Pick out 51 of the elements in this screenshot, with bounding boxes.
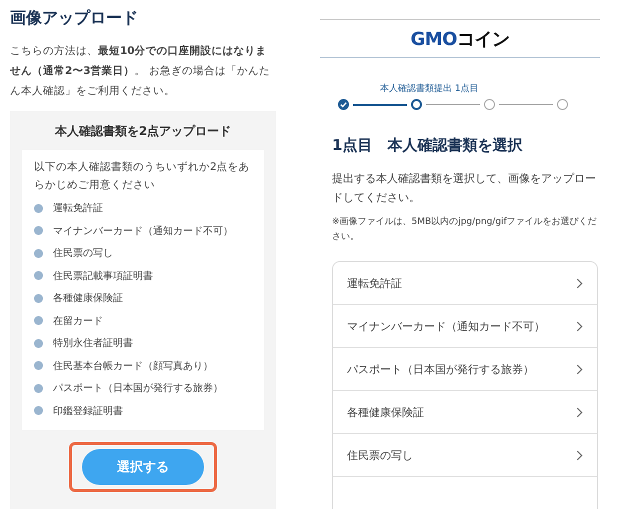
intro-text: こちらの方法は、最短10分での口座開設にはなりません（通常2〜3営業日）。 お急ぎの場合は「かんたん本人確認」をご利用ください。 <box>10 44 271 99</box>
document-option[interactable]: 運転免許証 <box>333 262 597 305</box>
document-name: 住民基本台帳カード（顔写真あり） <box>53 360 213 373</box>
note-text: ※画像ファイルは、5MB以内のjpg/png/gifファイルをお選びください。 <box>332 216 598 244</box>
step-connector <box>353 104 407 106</box>
chevron-right-icon <box>576 364 583 374</box>
option-label: マイナンバーカード（通知カード不可） <box>347 318 545 334</box>
list-intro: 以下の本人確認書類のうちいずれか2点をあらかじめご用意ください <box>34 160 251 193</box>
bullet-icon <box>34 316 43 326</box>
document-option[interactable]: マイナンバーカード（通知カード不可） <box>333 305 597 348</box>
option-label: 各種健康保険証 <box>347 404 424 420</box>
document-name: パスポート（日本国が発行する旅券） <box>53 382 223 396</box>
chevron-right-icon <box>576 450 583 460</box>
step-label: 本人確認書類提出 1点目 <box>380 82 480 95</box>
panel-heading: 本人確認書類を2点アップロード <box>54 123 232 140</box>
step-circle-icon <box>557 99 568 110</box>
step-circle-icon <box>484 99 495 110</box>
document-name: 印鑑登録証明書 <box>53 404 123 418</box>
bullet-icon <box>34 384 43 393</box>
chevron-right-icon <box>576 406 583 418</box>
option-label: パスポート（日本国が発行する旅券） <box>347 362 534 376</box>
bullet-icon <box>34 406 43 416</box>
document-option[interactable]: 各種健康保険証 <box>333 391 597 434</box>
option-label: 住民票の写し <box>347 448 413 462</box>
document-name: 住民票記載事項証明書 <box>53 270 153 283</box>
document-name: 住民票の写し <box>53 247 113 260</box>
step-heading: 1点目 本人確認書類を選択 <box>332 136 524 155</box>
document-option[interactable]: 住民票の写し <box>333 434 597 477</box>
chevron-right-icon <box>576 278 583 288</box>
bullet-icon <box>34 204 43 213</box>
document-name: 在留カード <box>53 314 103 328</box>
step-connector <box>499 104 553 105</box>
document-name: マイナンバーカード（通知カード不可） <box>53 224 233 238</box>
bullet-icon <box>34 294 43 303</box>
bullet-icon <box>34 271 43 280</box>
bullet-icon <box>34 361 43 370</box>
step-check-icon <box>338 99 349 110</box>
document-option[interactable]: パスポート（日本国が発行する旅券） <box>333 348 597 391</box>
step-connector <box>426 104 480 105</box>
description-text: 提出する本人確認書類を選択して、画像をアップロードしてください。 <box>332 171 597 206</box>
bullet-icon <box>34 226 43 236</box>
option-label: 運転免許証 <box>347 276 402 290</box>
bullet-icon <box>34 248 43 258</box>
bullet-icon <box>34 338 43 348</box>
document-name: 特別永住者証明書 <box>53 336 133 350</box>
chevron-right-icon <box>576 320 583 332</box>
document-name: 運転免許証 <box>53 202 103 216</box>
step-circle-icon <box>411 99 422 110</box>
section-title: 画像アップロード <box>10 8 139 29</box>
logo: GMOコイン <box>410 28 510 50</box>
document-name: 各種健康保険証 <box>53 292 123 306</box>
